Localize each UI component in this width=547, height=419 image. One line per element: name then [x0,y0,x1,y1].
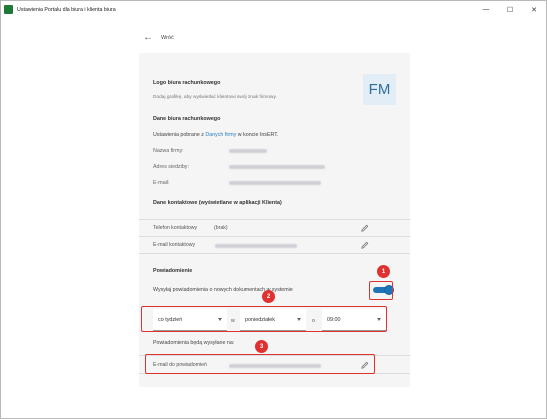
annotation-badge-2: 2 [262,290,275,303]
window-controls: — ☐ ✕ [474,1,546,18]
contact-email-row: E-mail kontaktowy [139,236,410,253]
annotation-box-1 [369,281,393,300]
contact-divider [139,253,410,254]
company-data-link[interactable]: Danych firmy [205,132,236,138]
notifications-recipients-label: Powiadomienia będą wysyłane na: [153,340,235,346]
annotation-box-3 [145,354,375,374]
annotation-box-2 [141,306,387,332]
notifications-section-title: Powiadomienie [153,268,193,274]
company-section-title: Dane biura rachunkowego [153,116,221,122]
company-address-value [229,165,325,169]
company-email-label: E-mail: [153,180,170,186]
close-button[interactable]: ✕ [522,1,546,18]
settings-panel: Logo biura rachunkowego Dodaj grafikę, a… [139,53,410,387]
contact-phone-row: Telefon kontaktowy (brak) [139,219,410,236]
company-name-label: Nazwa firmy: [153,148,184,154]
company-source-info: Ustawienia pobrane z Danych firmy w konc… [153,132,278,138]
contact-email-value [215,244,297,248]
company-name-value [229,149,267,153]
annotation-badge-1: 1 [377,265,390,278]
minimize-button[interactable]: — [474,1,498,18]
company-source-prefix: Ustawienia pobrane z [153,132,206,138]
window-title: Ustawienia Portalu dla biura i klienta b… [17,6,116,13]
company-source-suffix: w koncie InsERT. [236,132,279,138]
back-label: Wróć [161,35,174,41]
contact-email-label: E-mail kontaktowy [153,242,196,248]
back-button[interactable]: ← Wróć [143,32,174,44]
title-bar: Ustawienia Portalu dla biura i klienta b… [1,1,546,18]
app-icon [4,5,13,14]
contact-phone-value: (brak) [214,225,228,231]
edit-phone-pencil-icon[interactable] [361,224,369,232]
company-address-label: Adres siedziby: [153,164,189,170]
annotation-badge-3: 3 [255,340,268,353]
maximize-button[interactable]: ☐ [498,1,522,18]
logo-hint: Dodaj grafikę, aby wyświetlać klientowi … [153,95,277,100]
app-window: Ustawienia Portalu dla biura i klienta b… [0,0,547,419]
logo-section-title: Logo biura rachunkowego [153,80,221,86]
edit-contact-email-pencil-icon[interactable] [361,241,369,249]
back-arrow-icon: ← [143,32,153,43]
company-email-value [229,181,321,185]
contact-phone-label: Telefon kontaktowy [153,225,198,231]
contact-section-title: Dane kontaktowe (wyświetlane w aplikacji… [153,200,282,206]
company-logo[interactable]: FM [363,74,396,105]
